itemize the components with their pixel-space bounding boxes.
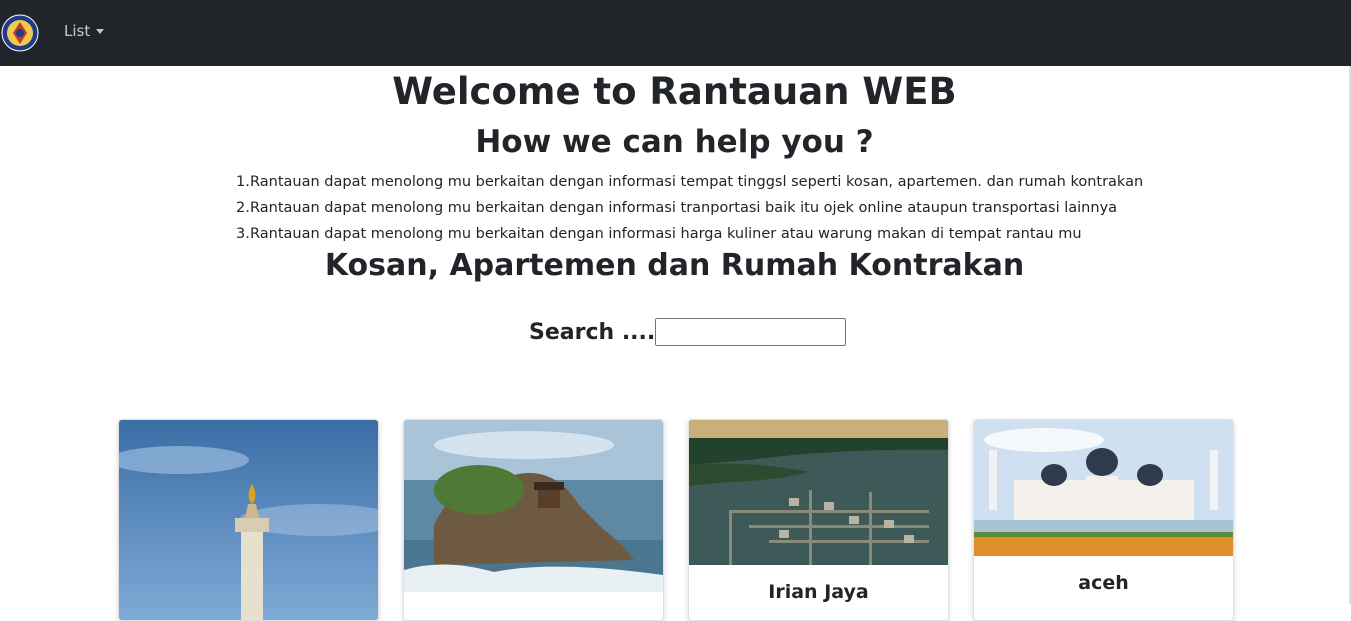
- list-item: 2.Rantauan dapat menolong mu berkaitan d…: [236, 200, 1118, 216]
- list-dropdown-button[interactable]: List: [64, 22, 105, 40]
- caret-down-icon: [96, 28, 105, 34]
- city-card[interactable]: Irian Jaya: [688, 419, 949, 621]
- search-row: Search ....: [529, 318, 847, 346]
- card-title: aceh: [1078, 572, 1129, 594]
- card-title: Irian Jaya: [768, 581, 869, 603]
- section-title: Kosan, Apartemen dan Rumah Kontrakan: [324, 248, 1025, 283]
- help-list: 1.Rantauan dapat menolong mu berkaitan d…: [236, 170, 1143, 248]
- search-label: Search ....: [529, 319, 656, 345]
- city-card[interactable]: [118, 419, 379, 621]
- help-heading: How we can help you ?: [475, 124, 874, 160]
- monas-monument-image: [119, 420, 378, 620]
- list-item: 1.Rantauan dapat menolong mu berkaitan d…: [236, 174, 1144, 190]
- floating-village-image: [689, 420, 948, 565]
- logo-icon[interactable]: [0, 13, 40, 53]
- city-card[interactable]: aceh: [973, 419, 1234, 621]
- list-label: List: [64, 22, 91, 40]
- navbar: List: [0, 0, 1351, 66]
- baiturrahman-mosque-image: [974, 420, 1233, 556]
- page-title: Welcome to Rantauan WEB: [392, 70, 957, 113]
- list-item: 3.Rantauan dapat menolong mu berkaitan d…: [236, 226, 1082, 242]
- tanah-lot-temple-image: [404, 420, 663, 592]
- search-input[interactable]: [655, 318, 847, 346]
- city-card[interactable]: [403, 419, 664, 621]
